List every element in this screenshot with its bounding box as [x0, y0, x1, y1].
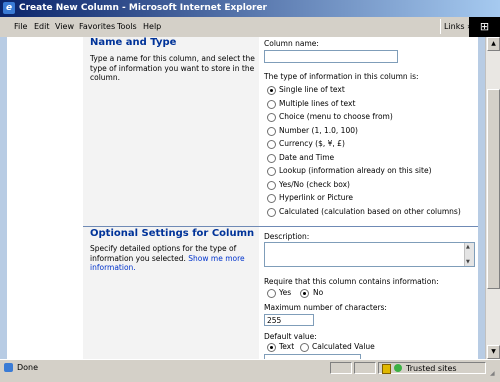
- default-text-radio[interactable]: [267, 343, 276, 352]
- type-option-label: Single line of text: [279, 85, 345, 94]
- page-scrollbar[interactable]: ▲ ▼: [485, 37, 500, 359]
- type-option-label: Multiple lines of text: [279, 98, 356, 108]
- type-radio[interactable]: [267, 194, 276, 203]
- type-radio[interactable]: [267, 153, 276, 163]
- right-border: [478, 37, 485, 359]
- default-calculated-label: Calculated Value: [312, 342, 375, 351]
- menu-help[interactable]: Help: [143, 17, 161, 37]
- type-radio[interactable]: [267, 113, 276, 122]
- left-border: [0, 37, 7, 359]
- menu-bar: File Edit View Favorites Tools Help Link…: [0, 17, 500, 38]
- section-description-name-type: Type a name for this column, and select …: [90, 54, 255, 82]
- max-chars-input[interactable]: [264, 314, 314, 326]
- type-radio[interactable]: [267, 99, 276, 109]
- zone-pane: Trusted sites: [378, 362, 486, 374]
- require-yes-radio[interactable]: [267, 289, 276, 298]
- type-radio[interactable]: [267, 86, 276, 95]
- description-textarea[interactable]: ▲ ▼: [264, 242, 475, 267]
- menu-edit[interactable]: Edit: [34, 17, 50, 37]
- page-viewport: Name and Type Type a name for this colum…: [0, 37, 485, 359]
- scroll-up-icon[interactable]: ▲: [466, 244, 470, 250]
- page-icon: [4, 363, 13, 372]
- ie-logo-icon: e: [3, 2, 15, 14]
- type-label: The type of information in this column i…: [264, 72, 419, 81]
- scroll-down-icon[interactable]: ▼: [466, 259, 470, 265]
- scroll-up-button[interactable]: ▲: [487, 37, 500, 51]
- status-bar: Done Trusted sites ◢: [0, 359, 500, 377]
- scroll-thumb[interactable]: [487, 89, 500, 289]
- column-name-input[interactable]: [264, 50, 398, 63]
- type-radio[interactable]: [267, 207, 276, 217]
- type-option-label: Hyperlink or Picture: [279, 193, 354, 202]
- default-text-label: Text: [279, 342, 295, 351]
- type-radio[interactable]: [267, 126, 276, 136]
- menu-tools[interactable]: Tools: [117, 17, 137, 37]
- scroll-down-button[interactable]: ▼: [487, 345, 500, 359]
- require-yes-label: Yes: [279, 288, 292, 297]
- windows-logo-icon: ⊞: [469, 17, 500, 37]
- menu-favorites[interactable]: Favorites: [79, 17, 115, 37]
- require-label: Require that this column contains inform…: [264, 277, 439, 286]
- type-option-label: Number (1, 1.0, 100): [279, 125, 358, 135]
- status-text: Done: [17, 363, 39, 372]
- section-description-column: [83, 37, 259, 359]
- window-title: Create New Column - Microsoft Internet E…: [19, 3, 267, 13]
- default-value-label: Default value:: [264, 332, 317, 341]
- textarea-scrollbar[interactable]: ▲ ▼: [464, 243, 474, 266]
- type-option-label: Lookup (information already on this site…: [279, 166, 432, 175]
- default-calculated-radio[interactable]: [300, 343, 309, 352]
- section-description-optional-settings: Specify detailed options for the type of…: [90, 244, 262, 273]
- type-option-label: Calculated (calculation based on other c…: [279, 206, 461, 216]
- require-no-radio[interactable]: [300, 289, 309, 298]
- links-button[interactable]: Links »: [440, 19, 472, 34]
- section-title-name-type: Name and Type: [90, 37, 177, 48]
- resize-grip-icon[interactable]: ◢: [490, 366, 495, 382]
- type-radio[interactable]: [267, 180, 276, 190]
- status-pane-2: [354, 362, 376, 374]
- section-title-optional-settings: Optional Settings for Column: [90, 228, 255, 239]
- menu-view[interactable]: View: [55, 17, 74, 37]
- require-no-label: No: [313, 288, 324, 297]
- type-option-label: Date and Time: [279, 152, 335, 162]
- lock-icon: [382, 364, 391, 374]
- type-option-label: Yes/No (check box): [279, 179, 350, 189]
- description-label: Description:: [264, 232, 310, 241]
- type-option-label: Currency ($, ¥, £): [279, 139, 345, 148]
- section-separator: [83, 226, 478, 227]
- max-chars-label: Maximum number of characters:: [264, 303, 387, 312]
- title-bar: e Create New Column - Microsoft Internet…: [0, 0, 500, 17]
- status-pane-1: [330, 362, 352, 374]
- trusted-sites-icon: [394, 364, 402, 372]
- type-option-label: Choice (menu to choose from): [279, 112, 393, 121]
- type-radio[interactable]: [267, 140, 276, 149]
- menu-file[interactable]: File: [14, 17, 27, 37]
- type-radio[interactable]: [267, 167, 276, 176]
- column-name-label: Column name:: [264, 39, 319, 48]
